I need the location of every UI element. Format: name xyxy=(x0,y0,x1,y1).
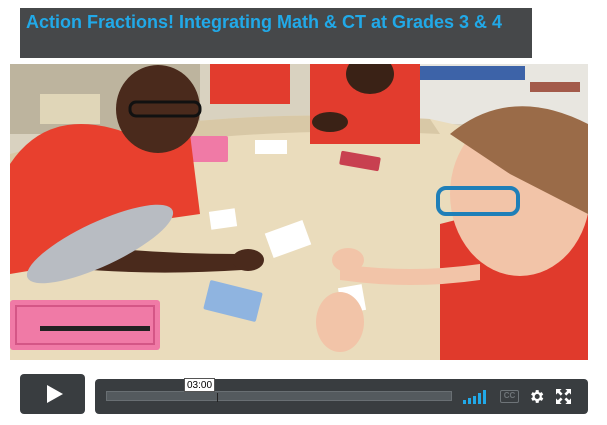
video-title-overlay: Action Fractions! Integrating Math & CT … xyxy=(20,8,532,58)
time-tooltip: 03:00 xyxy=(184,378,216,392)
fullscreen-icon[interactable] xyxy=(556,389,571,404)
play-button[interactable] xyxy=(20,374,85,414)
gear-icon[interactable] xyxy=(528,388,545,405)
play-icon xyxy=(46,385,63,403)
control-bar: 03:00 CC xyxy=(95,378,588,414)
time-marker xyxy=(217,393,218,402)
video-frame[interactable] xyxy=(10,64,588,360)
captions-button[interactable]: CC xyxy=(500,390,519,403)
video-title[interactable]: Action Fractions! Integrating Math & CT … xyxy=(26,12,524,33)
video-player: Action Fractions! Integrating Math & CT … xyxy=(0,0,607,425)
player-controls: 03:00 CC xyxy=(20,374,588,414)
video-still xyxy=(10,64,588,360)
volume-bars-icon[interactable] xyxy=(463,390,489,404)
progress-bar[interactable] xyxy=(106,391,452,401)
